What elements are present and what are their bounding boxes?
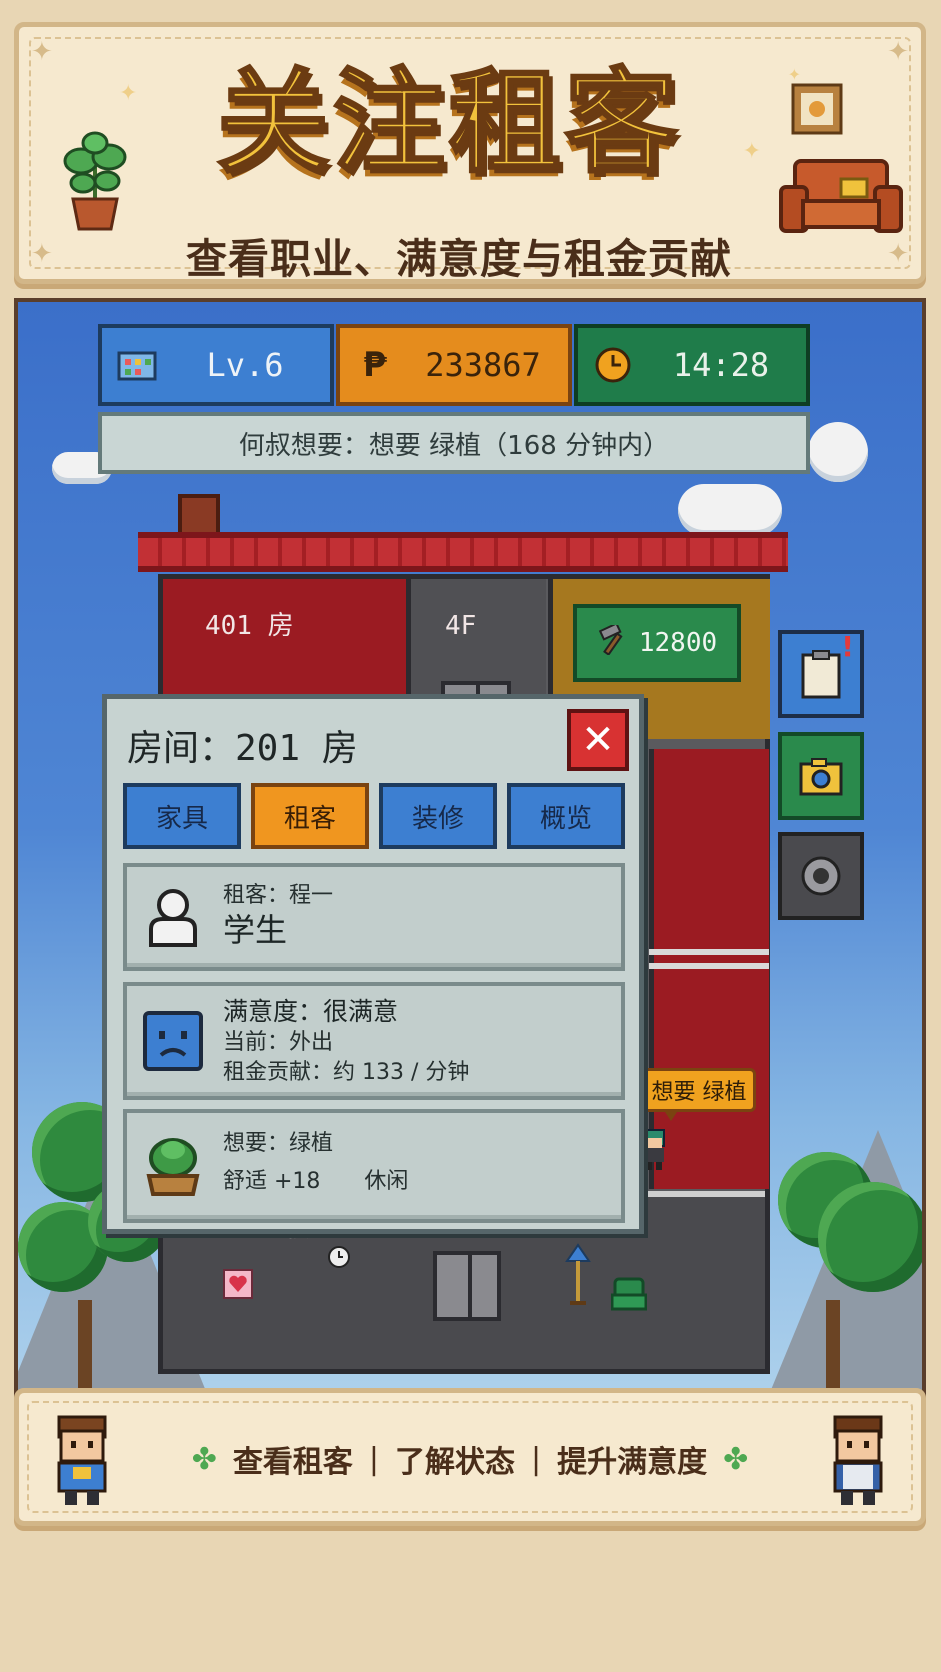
building-icon bbox=[114, 342, 160, 388]
tree bbox=[818, 1182, 922, 1292]
level-display: Lv.6 bbox=[98, 324, 334, 406]
build-cost: 12800 bbox=[638, 628, 718, 658]
plant-icon bbox=[146, 1138, 200, 1196]
close-icon: ✕ bbox=[581, 717, 615, 763]
wall-clock-icon bbox=[328, 1246, 350, 1268]
picture-frame-icon bbox=[791, 83, 843, 135]
sparkle-icon: ✦ bbox=[119, 81, 138, 106]
sparkle-icon: ✦ bbox=[787, 65, 801, 84]
floor-divider bbox=[649, 949, 769, 955]
close-button[interactable]: ✕ bbox=[567, 709, 629, 771]
roof bbox=[138, 532, 788, 572]
room-dialog: 房间：201 房 ✕ 家具 租客 装修 概览 租客：程一 学生 满意度：很满意 … bbox=[102, 694, 644, 1234]
gear-icon bbox=[801, 856, 841, 896]
tenant-status-card: 满意度：很满意 当前：外出 租金贡献：约 133 / 分钟 bbox=[123, 982, 625, 1100]
rent-contribution-text: 租金贡献：约 133 / 分钟 bbox=[223, 1060, 470, 1085]
clover-icon: ✤ bbox=[191, 1441, 217, 1477]
potted-plant-icon bbox=[63, 131, 127, 231]
lobby-elevator-door[interactable] bbox=[433, 1251, 501, 1321]
clipboard-icon bbox=[801, 650, 841, 699]
quest-button[interactable]: ! bbox=[778, 630, 864, 718]
sofa-icon bbox=[779, 159, 903, 233]
settings-button[interactable] bbox=[778, 832, 864, 920]
tenant-job: 学生 bbox=[223, 911, 288, 949]
star-decoration-icon: ✦ bbox=[31, 239, 53, 269]
coin-text: 233867 bbox=[425, 346, 541, 384]
shop-button[interactable] bbox=[778, 732, 864, 820]
banner-title: 关注租客 bbox=[216, 58, 681, 188]
room-401-label: 401 房 bbox=[205, 611, 294, 641]
floor-lamp-icon bbox=[565, 1243, 591, 1305]
bottom-banner: ✤ 查看租客 | 了解状态 | 提升满意度 ✤ bbox=[14, 1388, 926, 1526]
banner-subtitle: 查看职业、满意度与租金贡献 bbox=[186, 235, 732, 283]
tenant-wish-bubble[interactable]: 想要 绿植 bbox=[642, 1068, 756, 1121]
footer-separator: | bbox=[368, 1441, 379, 1477]
coin-display: ₱ 233867 bbox=[336, 324, 572, 406]
satisfaction-text: 满意度：很满意 bbox=[223, 997, 399, 1026]
hammer-icon bbox=[597, 621, 631, 662]
tab-overview[interactable]: 概览 bbox=[507, 783, 625, 849]
sad-face-icon bbox=[143, 1011, 203, 1071]
clock-icon bbox=[590, 342, 636, 388]
man-character-icon bbox=[833, 1415, 883, 1505]
build-room-button[interactable]: 12800 bbox=[573, 604, 741, 682]
sparkle-icon: ✦ bbox=[742, 139, 761, 164]
heart-poster-icon bbox=[223, 1269, 253, 1299]
tab-tenant[interactable]: 租客 bbox=[251, 783, 369, 849]
tenant-info-card: 租客：程一 学生 bbox=[123, 863, 625, 971]
armchair-icon bbox=[611, 1277, 647, 1311]
chimney bbox=[178, 494, 220, 536]
tenant-name: 租客：程一 bbox=[223, 883, 334, 908]
time-display: 14:28 bbox=[574, 324, 810, 406]
floor-4f-label: 4F bbox=[445, 611, 477, 641]
tab-furniture[interactable]: 家具 bbox=[123, 783, 241, 849]
star-decoration-icon: ✦ bbox=[887, 239, 909, 269]
footer-tagline: ✤ 查看租客 | 了解状态 | 提升满意度 ✤ bbox=[139, 1433, 801, 1485]
level-text: Lv.6 bbox=[206, 346, 284, 384]
tenant-wish-card[interactable]: 想要：绿植 舒适 +18 休闲 bbox=[123, 1109, 625, 1223]
time-text: 14:28 bbox=[672, 346, 770, 384]
floor-divider bbox=[649, 963, 769, 969]
wish-item-text: 想要：绿植 bbox=[223, 1131, 334, 1156]
tab-decoration[interactable]: 装修 bbox=[379, 783, 497, 849]
top-banner: ✦ ✦ ✦ ✦ ✦ ✦ ✦ 关注租客 查看职业、满意度与租金贡献 bbox=[14, 22, 926, 284]
tenant-wish-banner[interactable]: 何叔想要：想要 绿植（168 分钟内） bbox=[98, 412, 810, 474]
cloud bbox=[678, 484, 782, 536]
boy-character-icon bbox=[57, 1415, 107, 1505]
cloud bbox=[808, 422, 868, 482]
footer-item-view-tenants: 查看租客 bbox=[232, 1445, 353, 1480]
clover-icon: ✤ bbox=[723, 1441, 749, 1477]
tenant-avatar-icon bbox=[149, 889, 197, 947]
wish-tag-text: 休闲 bbox=[364, 1169, 409, 1194]
camera-icon bbox=[799, 758, 843, 796]
current-status-text: 当前：外出 bbox=[223, 1030, 334, 1055]
star-decoration-icon: ✦ bbox=[887, 37, 909, 67]
footer-item-satisfaction: 提升满意度 bbox=[557, 1445, 708, 1480]
alert-icon: ! bbox=[841, 630, 854, 663]
dialog-title: 房间：201 房 bbox=[127, 728, 358, 769]
footer-separator: | bbox=[531, 1441, 542, 1477]
footer-item-status: 了解状态 bbox=[395, 1445, 515, 1480]
room-201[interactable] bbox=[649, 749, 769, 1189]
dialog-tabs: 家具 租客 装修 概览 bbox=[123, 783, 625, 849]
coin-icon: ₱ bbox=[363, 345, 387, 385]
star-decoration-icon: ✦ bbox=[31, 37, 53, 67]
comfort-bonus-text: 舒适 +18 bbox=[223, 1169, 321, 1194]
